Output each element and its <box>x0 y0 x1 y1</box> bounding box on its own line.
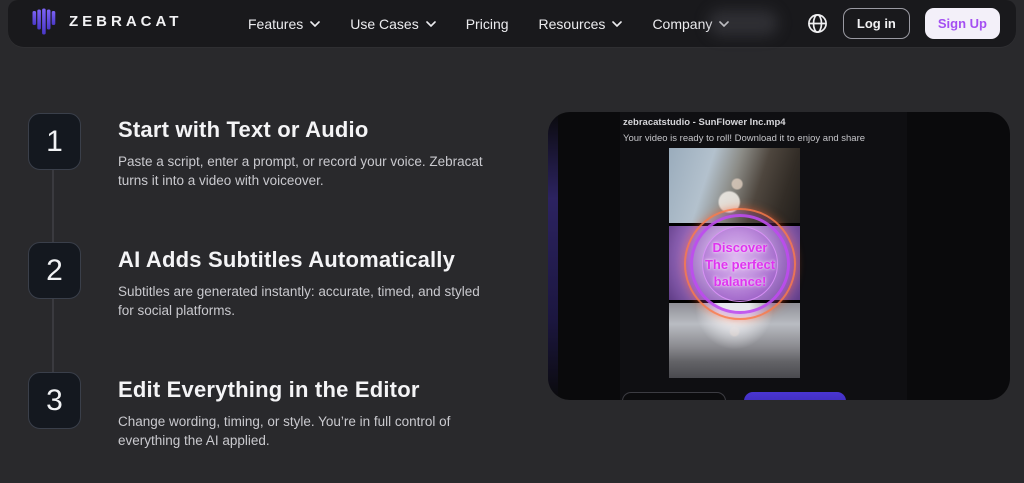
neon-ring-inner: Discover The perfect balance! <box>702 226 778 302</box>
step-number: 2 <box>46 254 63 288</box>
step-2: AI Adds Subtitles Automatically Subtitle… <box>118 247 498 320</box>
overlay-text-line: balance! <box>714 273 767 290</box>
neon-circle-overlay: Discover The perfect balance! <box>684 208 796 320</box>
page: ZEBRACAT Features Use Cases Pricing Reso… <box>0 0 1024 483</box>
nav-item-label: Resources <box>539 16 606 32</box>
login-button[interactable]: Log in <box>843 8 910 39</box>
neon-ring-purple: Discover The perfect balance! <box>690 214 790 314</box>
step-description: Change wording, timing, or style. You’re… <box>118 412 490 450</box>
modal-download-button-clipped[interactable] <box>744 392 846 400</box>
step-2-badge: 2 <box>28 242 81 299</box>
step-1: Start with Text or Audio Paste a script,… <box>118 117 498 190</box>
overlay-text-line: Discover <box>713 239 768 256</box>
nav-actions: Log in Sign Up <box>807 8 1000 39</box>
nav-item-resources[interactable]: Resources <box>539 16 623 32</box>
app-preview-panel: zebracatstudio - SunFlower Inc.mp4 Your … <box>548 112 1010 400</box>
step-title: AI Adds Subtitles Automatically <box>118 247 498 273</box>
step-3: Edit Everything in the Editor Change wor… <box>118 377 498 450</box>
video-file-title: zebracatstudio - SunFlower Inc.mp4 <box>623 117 786 128</box>
step-description: Paste a script, enter a prompt, or recor… <box>118 152 490 190</box>
steps-section: 1 Start with Text or Audio Paste a scrip… <box>0 0 540 483</box>
step-number: 1 <box>46 125 63 159</box>
nav-item-label: Company <box>652 16 712 32</box>
step-3-badge: 3 <box>28 372 81 429</box>
overlay-text-line: The perfect <box>705 256 775 273</box>
step-number: 3 <box>46 384 63 418</box>
modal-secondary-button-clipped[interactable] <box>622 392 726 400</box>
signup-button[interactable]: Sign Up <box>925 8 1000 39</box>
step-1-badge: 1 <box>28 113 81 170</box>
step-description: Subtitles are generated instantly: accur… <box>118 282 490 320</box>
globe-icon[interactable] <box>807 13 828 34</box>
step-title: Start with Text or Audio <box>118 117 498 143</box>
video-status-message: Your video is ready to roll! Download it… <box>623 133 865 144</box>
chevron-down-icon <box>612 21 622 27</box>
step-title: Edit Everything in the Editor <box>118 377 498 403</box>
blurred-nav-element <box>708 10 778 36</box>
